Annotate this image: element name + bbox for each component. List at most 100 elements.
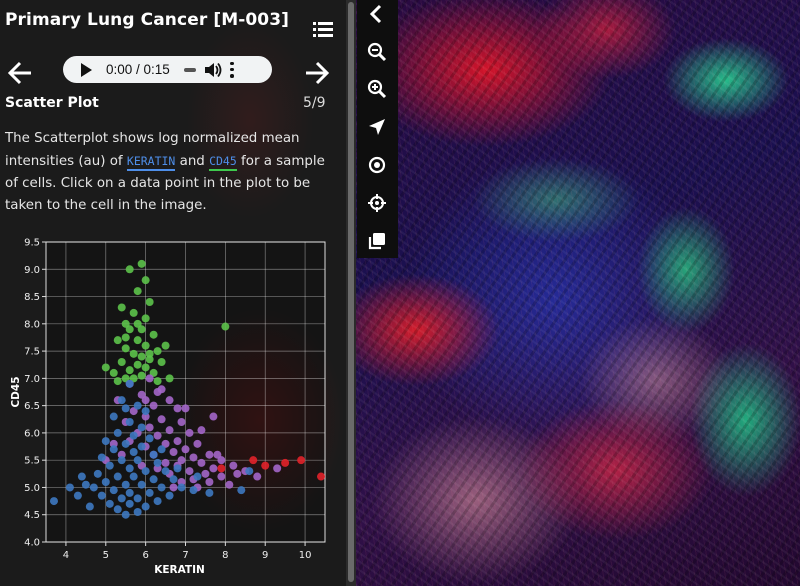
collapse-icon[interactable] — [365, 2, 389, 26]
data-point[interactable] — [149, 401, 158, 410]
data-point[interactable] — [129, 308, 138, 317]
data-point[interactable] — [125, 418, 134, 426]
data-point[interactable] — [153, 377, 162, 386]
audio-progress-bar[interactable] — [183, 67, 196, 72]
data-point[interactable] — [97, 491, 106, 500]
data-point[interactable] — [141, 341, 150, 350]
data-point[interactable] — [93, 469, 102, 478]
data-point[interactable] — [101, 363, 110, 372]
data-point[interactable] — [129, 349, 138, 358]
zoom-in-icon[interactable] — [365, 77, 389, 101]
data-point[interactable] — [125, 488, 134, 497]
data-point[interactable] — [189, 453, 198, 462]
data-point[interactable] — [113, 377, 122, 386]
data-point[interactable] — [89, 483, 98, 492]
data-point[interactable] — [77, 472, 86, 481]
previous-arrow-icon[interactable] — [7, 60, 33, 86]
data-point[interactable] — [173, 404, 182, 413]
data-point[interactable] — [193, 472, 202, 481]
data-point[interactable] — [153, 431, 162, 440]
data-point[interactable] — [97, 453, 106, 462]
data-point[interactable] — [153, 458, 162, 467]
data-point[interactable] — [121, 344, 130, 353]
panel-scrollbar[interactable] — [346, 0, 356, 586]
data-point[interactable] — [205, 450, 214, 459]
data-point[interactable] — [113, 428, 122, 437]
data-point[interactable] — [157, 358, 166, 366]
data-point[interactable] — [209, 412, 218, 421]
data-point[interactable] — [297, 456, 306, 465]
data-point[interactable] — [105, 461, 114, 470]
scrollbar-thumb[interactable] — [348, 2, 354, 582]
data-point[interactable] — [133, 401, 142, 410]
data-point[interactable] — [141, 363, 150, 372]
data-point[interactable] — [161, 458, 170, 467]
data-point[interactable] — [193, 439, 202, 448]
data-point[interactable] — [165, 426, 174, 435]
data-point[interactable] — [157, 445, 166, 454]
data-point[interactable] — [153, 388, 162, 396]
data-point[interactable] — [153, 347, 162, 356]
data-point[interactable] — [137, 259, 146, 268]
data-point[interactable] — [121, 510, 130, 519]
data-point[interactable] — [137, 423, 146, 432]
data-point[interactable] — [109, 368, 118, 377]
data-point[interactable] — [109, 445, 118, 454]
data-point[interactable] — [165, 396, 174, 405]
data-point[interactable] — [205, 488, 214, 497]
data-point[interactable] — [173, 464, 182, 473]
data-point[interactable] — [169, 483, 178, 492]
data-point[interactable] — [145, 488, 154, 497]
data-point[interactable] — [169, 448, 178, 456]
data-point[interactable] — [141, 467, 150, 476]
data-point[interactable] — [161, 341, 170, 350]
cd45-marker-link[interactable]: CD45 — [209, 154, 237, 171]
data-point[interactable] — [113, 505, 122, 514]
data-point[interactable] — [125, 499, 134, 508]
data-point[interactable] — [125, 325, 134, 334]
data-point[interactable] — [149, 450, 158, 459]
data-point[interactable] — [173, 437, 182, 446]
data-point[interactable] — [125, 379, 134, 388]
zoom-out-icon[interactable] — [365, 40, 389, 64]
data-point[interactable] — [117, 396, 126, 405]
data-point[interactable] — [233, 469, 242, 478]
data-point[interactable] — [217, 472, 226, 481]
data-point[interactable] — [157, 415, 166, 424]
data-point[interactable] — [141, 396, 150, 405]
more-options-icon[interactable] — [230, 61, 234, 78]
data-point[interactable] — [281, 458, 290, 467]
target-icon[interactable] — [365, 153, 389, 177]
data-point[interactable] — [225, 480, 234, 489]
data-point[interactable] — [137, 442, 146, 451]
data-point[interactable] — [137, 371, 146, 380]
navigate-icon[interactable] — [365, 115, 389, 139]
data-point[interactable] — [117, 303, 126, 312]
data-point[interactable] — [137, 352, 146, 361]
data-point[interactable] — [133, 287, 142, 296]
data-point[interactable] — [177, 418, 186, 426]
data-point[interactable] — [121, 480, 130, 489]
data-point[interactable] — [229, 461, 238, 470]
data-point[interactable] — [165, 374, 174, 383]
data-point[interactable] — [133, 494, 142, 503]
data-point[interactable] — [137, 480, 146, 489]
data-point[interactable] — [141, 407, 150, 416]
data-point[interactable] — [133, 336, 142, 345]
data-point[interactable] — [129, 472, 138, 481]
data-point[interactable] — [181, 445, 190, 454]
crosshair-icon[interactable] — [365, 191, 389, 215]
data-point[interactable] — [201, 469, 210, 478]
data-point[interactable] — [113, 336, 122, 345]
data-point[interactable] — [245, 467, 254, 476]
data-point[interactable] — [189, 486, 198, 495]
data-point[interactable] — [141, 276, 150, 285]
data-point[interactable] — [197, 426, 206, 435]
data-point[interactable] — [117, 456, 126, 465]
data-point[interactable] — [125, 464, 134, 473]
data-point[interactable] — [177, 483, 186, 492]
data-point[interactable] — [141, 314, 150, 323]
data-point[interactable] — [117, 358, 126, 366]
volume-icon[interactable] — [204, 62, 222, 78]
data-point[interactable] — [181, 404, 190, 413]
